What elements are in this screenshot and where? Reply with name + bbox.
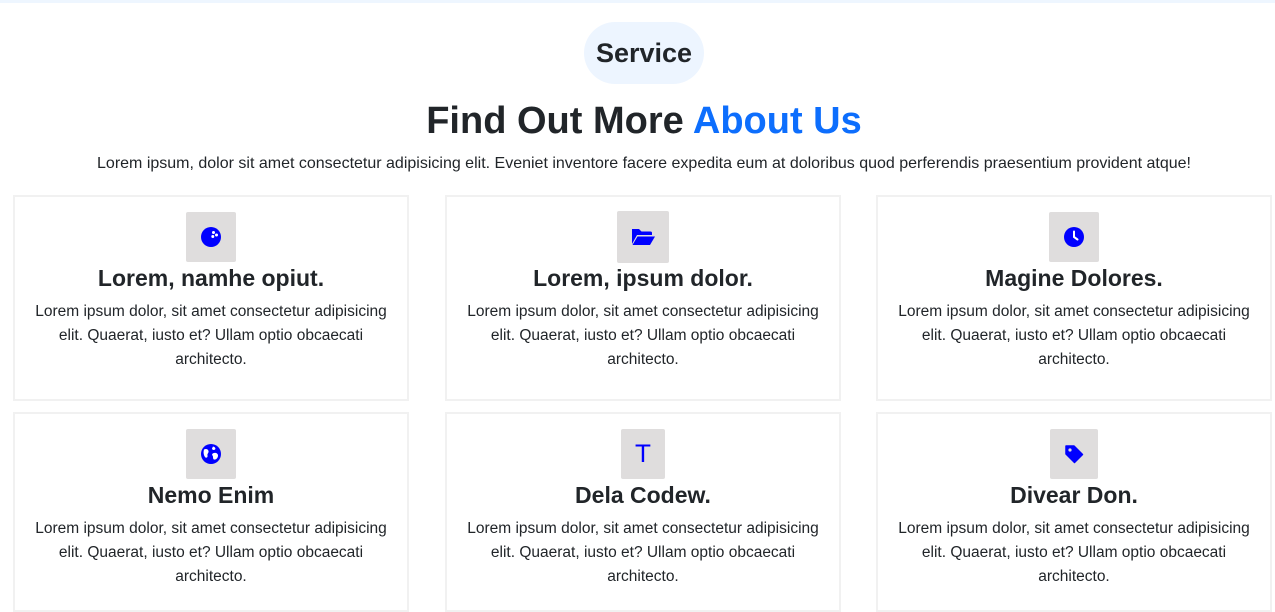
service-icon-box: [1050, 429, 1098, 479]
card-title: Divear Don.: [1010, 482, 1138, 508]
service-icon-box: [186, 429, 236, 479]
card-title: Nemo Enim: [147, 482, 275, 508]
service-card: T Dela Codew. Lorem ipsum dolor, sit ame…: [445, 412, 841, 612]
section-heading: Find Out More About Us: [0, 96, 1275, 146]
clock-icon: [1063, 226, 1085, 248]
card-title: Dela Codew.: [575, 482, 711, 508]
service-card: Magine Dolores. Lorem ipsum dolor, sit a…: [876, 195, 1272, 401]
service-icon-box: [617, 211, 669, 263]
section-subtitle: Lorem ipsum, dolor sit amet consectetur …: [97, 155, 1191, 172]
card-text: Lorem ipsum dolor, sit amet consectetur …: [35, 520, 387, 585]
card-text: Lorem ipsum dolor, sit amet consectetur …: [898, 303, 1250, 368]
letter-t-icon: T: [635, 440, 651, 468]
service-icon-box: T: [621, 429, 665, 479]
card-text: Lorem ipsum dolor, sit amet consectetur …: [467, 520, 819, 585]
card-text: Lorem ipsum dolor, sit amet consectetur …: [35, 303, 387, 368]
service-card: Nemo Enim Lorem ipsum dolor, sit amet co…: [13, 412, 409, 612]
folder-open-icon: [630, 226, 656, 248]
globe-icon: [200, 443, 222, 465]
service-icon-box: [1049, 212, 1099, 262]
service-icon-box: [186, 212, 236, 262]
card-title: Lorem, namhe opiut.: [97, 265, 325, 291]
card-title: Lorem, ipsum dolor.: [533, 265, 753, 291]
service-card: Lorem, namhe opiut. Lorem ipsum dolor, s…: [13, 195, 409, 401]
bowling-ball-icon: [200, 226, 222, 248]
service-card: Divear Don. Lorem ipsum dolor, sit amet …: [876, 412, 1272, 612]
top-border: [0, 0, 1275, 3]
tag-icon: [1064, 444, 1084, 464]
service-card: Lorem, ipsum dolor. Lorem ipsum dolor, s…: [445, 195, 841, 401]
heading-main-text: Find Out More: [426, 100, 693, 142]
card-text: Lorem ipsum dolor, sit amet consectetur …: [467, 303, 819, 368]
card-title: Magine Dolores.: [985, 265, 1163, 291]
section-badge: Service: [584, 22, 704, 84]
heading-accent-text: About Us: [692, 100, 862, 142]
card-text: Lorem ipsum dolor, sit amet consectetur …: [898, 520, 1250, 585]
